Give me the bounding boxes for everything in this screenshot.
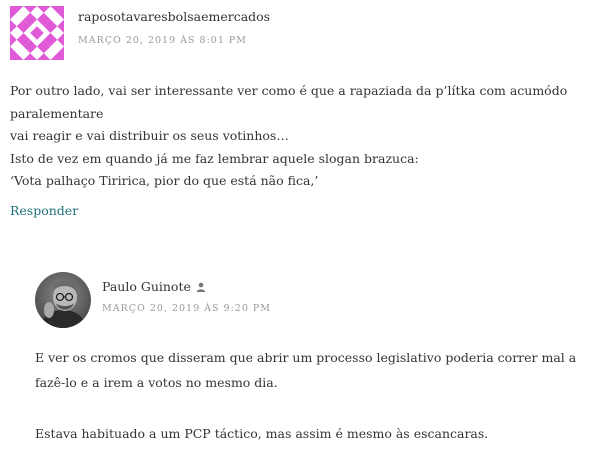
comment-line: Isto de vez em quando já me faz lembrar … (10, 150, 419, 166)
comment-author[interactable]: raposotavaresbolsaemercados (78, 9, 270, 24)
comment-date[interactable]: MARÇO 20, 2019 ÀS 9:20 PM (102, 303, 271, 314)
comment-paragraph: E ver os cromos que disseram que abrir u… (35, 350, 577, 390)
person-icon (196, 280, 206, 292)
reply-link[interactable]: Responder (10, 203, 78, 218)
comment-date[interactable]: MARÇO 20, 2019 ÀS 8:01 PM (78, 35, 247, 46)
comment-body: Por outro lado, vai ser interessante ver… (10, 80, 605, 193)
comment-paragraph: Estava habituado a um PCP táctico, mas a… (35, 426, 489, 441)
profile-photo-avatar[interactable] (35, 272, 91, 328)
comment-body: E ver os cromos que disseram que abrir u… (35, 345, 600, 470)
identicon-avatar[interactable] (10, 6, 64, 60)
comment-line: vai reagir e vai distribuir os seus voti… (10, 128, 289, 143)
comment-line: Por outro lado, vai ser interessante ver… (10, 83, 568, 121)
author-name[interactable]: Paulo Guinote (102, 279, 191, 294)
comment-author[interactable]: Paulo Guinote (102, 279, 206, 294)
comment-line: ‘Vota palhaço Tiririca, pior do que está… (10, 173, 319, 188)
